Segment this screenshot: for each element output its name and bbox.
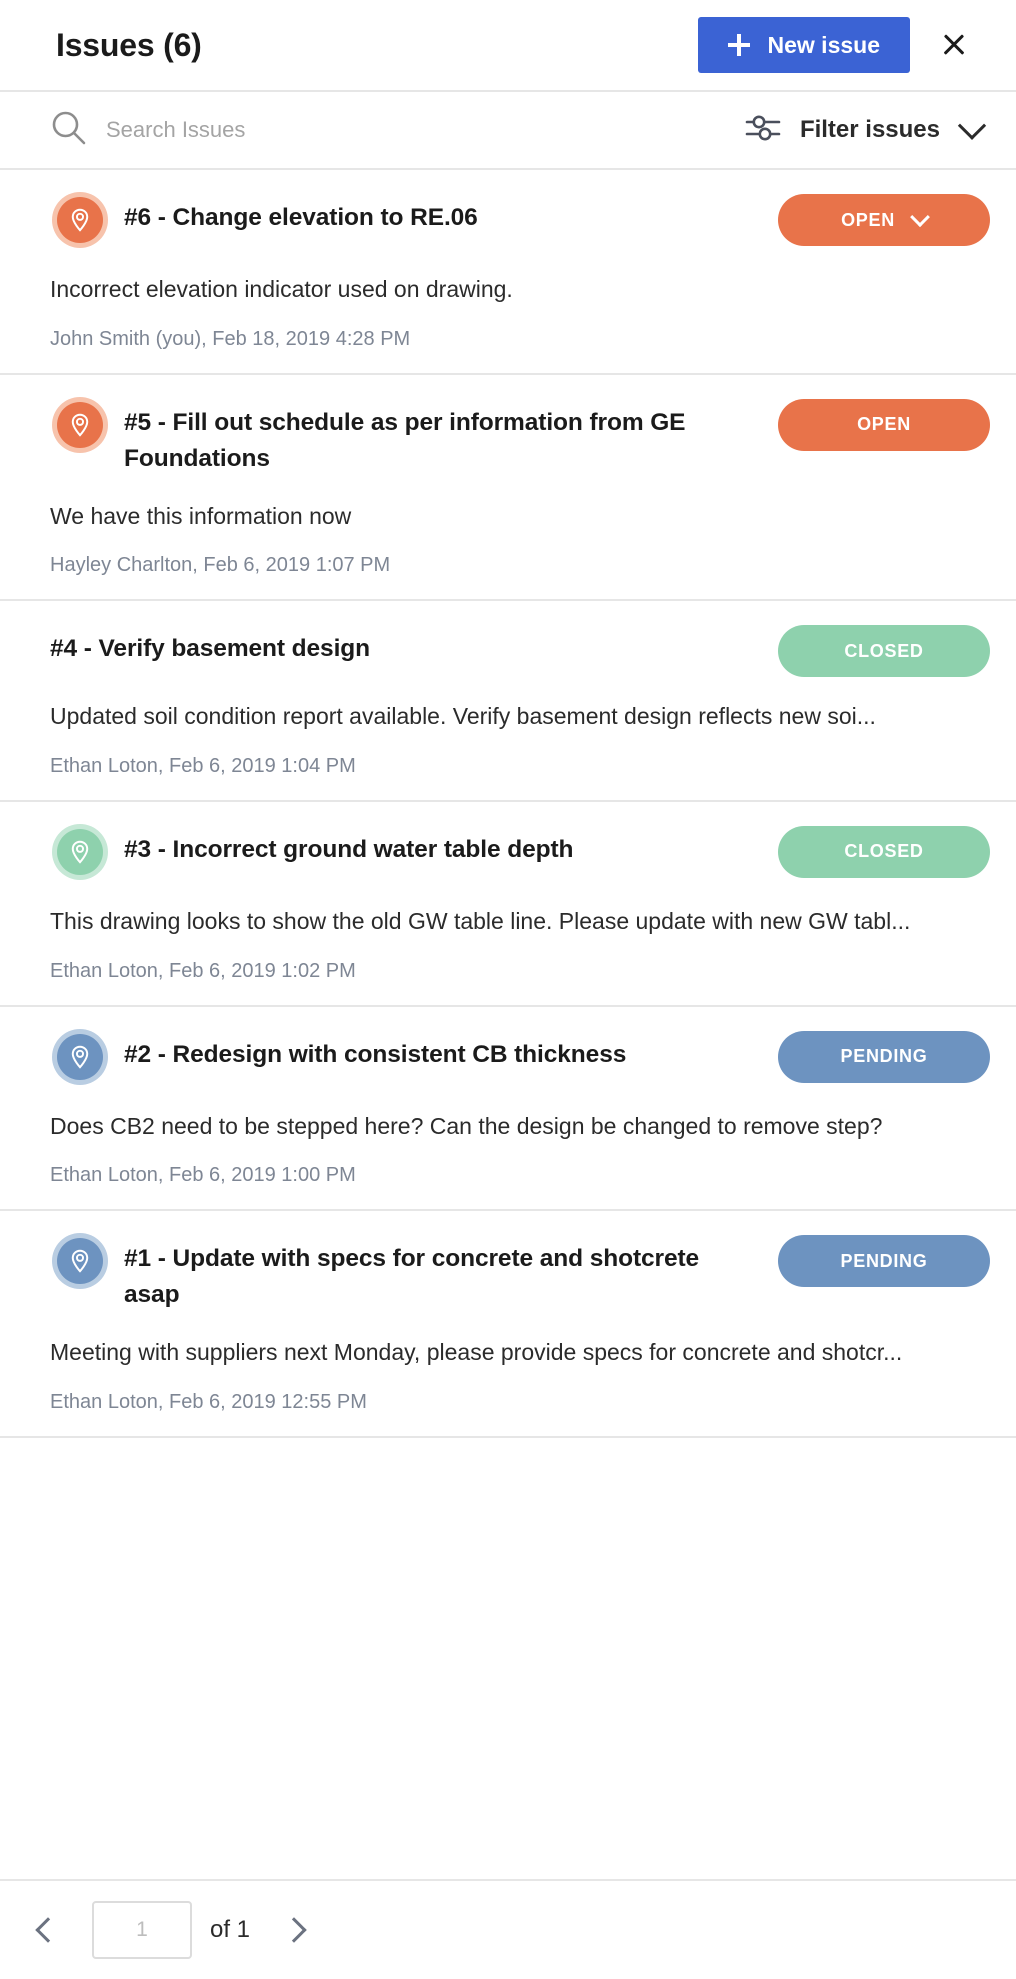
- issue-pin-wrapper: [50, 395, 110, 455]
- prev-page-button[interactable]: [22, 1904, 74, 1956]
- map-pin-icon: [52, 1233, 108, 1290]
- issue-row-header: #3 - Incorrect ground water table depth C…: [50, 822, 990, 882]
- new-issue-label: New issue: [767, 31, 881, 58]
- issue-meta: Ethan Loton, Feb 6, 2019 1:02 PM: [50, 959, 356, 982]
- status-badge[interactable]: OPEN: [778, 194, 990, 246]
- issue-row-header: #2 - Redesign with consistent CB thickne…: [50, 1027, 990, 1087]
- issue-status-wrapper: PENDING: [778, 1029, 990, 1083]
- issue-title: #1 - Update with specs for concrete and …: [124, 1245, 700, 1309]
- map-pin-icon: [52, 1028, 108, 1085]
- status-badge-label: OPEN: [857, 414, 911, 435]
- filter-issues-button[interactable]: Filter issues: [744, 111, 988, 149]
- issue-meta: Ethan Loton, Feb 6, 2019 12:55 PM: [50, 1390, 367, 1413]
- map-pin-icon: [52, 396, 108, 453]
- search-input[interactable]: [106, 110, 744, 150]
- next-page-button[interactable]: [268, 1904, 320, 1956]
- issue-status-wrapper: PENDING: [778, 1233, 990, 1288]
- issue-list: #6 - Change elevation to RE.06 OPEN Incorr…: [0, 170, 1016, 1879]
- status-badge-label: PENDING: [840, 1046, 928, 1067]
- issue-status-wrapper: OPEN: [778, 192, 990, 246]
- issue-row-header: #4 - Verify basement design CLOSED: [50, 623, 990, 678]
- new-issue-button[interactable]: New issue: [697, 17, 910, 73]
- chevron-right-icon: [281, 1917, 307, 1943]
- issue-pin-wrapper: [50, 1231, 110, 1291]
- issue-meta: John Smith (you), Feb 18, 2019 4:28 PM: [50, 327, 411, 350]
- plus-icon: [727, 34, 750, 56]
- issue-pin-wrapper: [50, 1027, 110, 1087]
- status-badge-label: PENDING: [840, 1250, 928, 1271]
- issue-meta: Ethan Loton, Feb 6, 2019 1:00 PM: [50, 1164, 356, 1187]
- page-title: Issues (6): [56, 26, 202, 63]
- issue-row[interactable]: #5 - Fill out schedule as per informatio…: [0, 375, 1016, 602]
- issue-meta: Hayley Charlton, Feb 6, 2019 1:07 PM: [50, 554, 391, 577]
- issue-title: #6 - Change elevation to RE.06: [124, 204, 478, 231]
- status-badge[interactable]: PENDING: [778, 1030, 990, 1083]
- issue-meta: Ethan Loton, Feb 6, 2019 1:04 PM: [50, 754, 356, 777]
- issues-panel: Issues (6) New issue Search Issues Filte…: [0, 0, 1016, 1979]
- filter-issues-label: Filter issues: [799, 116, 940, 143]
- issue-title: #5 - Fill out schedule as per informatio…: [124, 408, 686, 472]
- issue-row-header: #5 - Fill out schedule as per informatio…: [50, 395, 990, 477]
- status-badge[interactable]: CLOSED: [778, 825, 990, 878]
- issue-title: #2 - Redesign with consistent CB thickne…: [124, 1040, 627, 1068]
- issue-row-header: #1 - Update with specs for concrete and …: [50, 1233, 990, 1313]
- status-badge[interactable]: CLOSED: [778, 625, 990, 678]
- issue-status-wrapper: CLOSED: [778, 824, 990, 878]
- issue-description: This drawing looks to show the old GW ta…: [50, 907, 911, 934]
- issue-description: Incorrect elevation indicator used on dr…: [50, 276, 513, 302]
- issue-description: Does CB2 need to be stepped here? Can th…: [50, 1112, 883, 1139]
- status-badge-label: CLOSED: [844, 841, 924, 862]
- search-bar: Filter issues: [0, 92, 1016, 170]
- issue-description: We have this information now: [50, 502, 352, 529]
- issue-title: #4 - Verify basement design: [50, 635, 371, 663]
- search-icon: [50, 109, 88, 152]
- chevron-down-icon: [910, 207, 930, 228]
- filter-sliders-icon: [744, 112, 784, 149]
- issue-status-wrapper: CLOSED: [778, 623, 990, 678]
- status-badge-label: OPEN: [841, 209, 895, 230]
- status-badge[interactable]: PENDING: [778, 1235, 990, 1288]
- issue-row-header: #6 - Change elevation to RE.06 OPEN: [50, 192, 990, 250]
- issue-row[interactable]: #6 - Change elevation to RE.06 OPEN Incorr…: [0, 170, 1016, 375]
- issue-description: Meeting with suppliers next Monday, plea…: [50, 1339, 903, 1366]
- issue-row[interactable]: #2 - Redesign with consistent CB thickne…: [0, 1007, 1016, 1212]
- issue-status-wrapper: OPEN: [778, 397, 990, 451]
- status-badge-label: CLOSED: [844, 640, 924, 661]
- issue-row[interactable]: #3 - Incorrect ground water table depth C…: [0, 802, 1016, 1007]
- status-badge[interactable]: OPEN: [778, 398, 990, 451]
- chevron-left-icon: [35, 1917, 61, 1943]
- map-pin-icon: [52, 823, 108, 880]
- pagination-bar: of 1: [0, 1879, 1016, 1979]
- issue-pin-wrapper: [50, 190, 110, 250]
- chevron-down-icon: [957, 111, 987, 140]
- close-panel-button[interactable]: [928, 19, 980, 71]
- panel-header: Issues (6) New issue: [0, 0, 1016, 92]
- page-total-label: of 1: [210, 1916, 251, 1943]
- close-icon: [941, 32, 967, 58]
- map-pin-icon: [52, 192, 108, 248]
- issue-row[interactable]: #1 - Update with specs for concrete and …: [0, 1211, 1016, 1438]
- issue-pin-wrapper: [50, 822, 110, 882]
- page-number-input[interactable]: [92, 1901, 192, 1959]
- issue-description: Updated soil condition report available.…: [50, 703, 876, 730]
- issue-title: #3 - Incorrect ground water table depth: [124, 835, 574, 863]
- issue-row[interactable]: #4 - Verify basement design CLOSED Updated…: [0, 601, 1016, 802]
